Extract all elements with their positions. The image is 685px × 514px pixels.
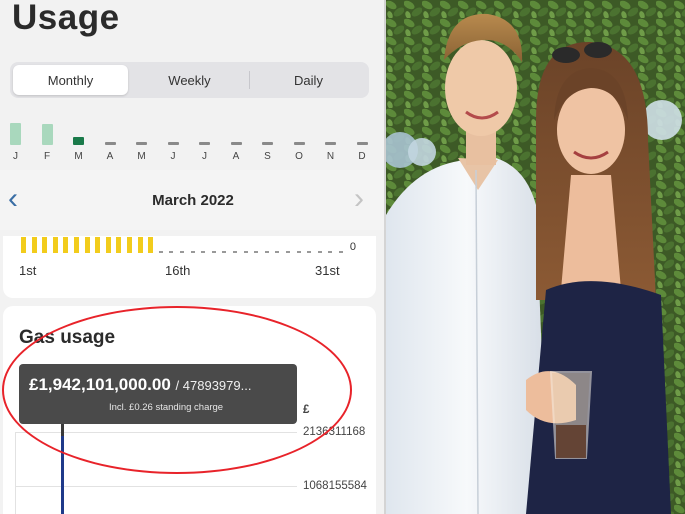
day-empty-marker [296,251,301,253]
day-bar [63,237,69,253]
day-bar [148,237,154,253]
day-empty-marker [254,251,259,253]
day-empty-marker [286,251,290,253]
balloon [408,138,436,166]
axis-tick-label: 1068155584 [303,480,367,492]
tab-monthly[interactable]: Monthly [13,65,128,95]
month-label: M [137,151,146,162]
day-bar [105,237,111,253]
month-bar[interactable] [73,137,84,145]
day-bar [95,237,101,253]
daily-tick-label: 16th [165,263,191,278]
day-empty-marker [169,251,174,253]
daily-tick-label: 1st [19,263,37,278]
month-label: M [74,151,83,162]
month-bar[interactable] [262,142,273,145]
tab-divider [249,71,250,89]
red-circle-annotation [2,306,352,474]
month-bar[interactable] [230,142,242,145]
chevron-right-icon[interactable]: › [354,184,364,214]
day-bar [21,237,26,253]
month-bar[interactable] [167,142,179,145]
day-empty-marker [339,251,343,253]
day-empty-marker [264,251,269,253]
photo-illustration [386,0,685,514]
month-bar[interactable] [104,142,116,145]
plastic-cup [549,371,593,459]
month-bar[interactable] [293,142,305,145]
day-empty-marker [328,251,333,253]
day-empty-marker [180,251,184,253]
day-empty-marker [201,251,206,253]
month-bar[interactable] [41,124,53,145]
day-bar [84,237,90,253]
couple-photo [386,0,685,514]
month-label: D [358,151,366,162]
tab-weekly[interactable]: Weekly [132,65,247,95]
month-label: O [295,151,303,162]
chart-gridline [15,486,297,487]
daily-usage-chart: 0 1st 16th 31st [3,236,376,298]
day-bar [127,237,132,253]
month-bar[interactable] [136,142,147,145]
tab-daily[interactable]: Daily [251,65,366,95]
day-empty-marker [307,251,312,253]
balloon [642,100,682,140]
day-empty-marker [211,251,216,253]
day-empty-marker [275,251,280,253]
month-bar[interactable] [10,123,21,145]
day-bar [137,237,143,253]
month-label: N [326,151,335,162]
month-label: A [232,151,240,162]
chart-vertical-gridline [15,432,16,514]
day-empty-marker [190,251,195,253]
month-bar[interactable] [356,142,368,145]
page-title: Usage [12,0,120,37]
day-bar [42,237,48,253]
day-bar [31,237,37,253]
month-label: J [170,151,176,162]
month-label: A [106,151,114,162]
month-label: J [13,151,18,162]
day-empty-marker [233,251,237,253]
selected-month: March 2022 [152,192,234,209]
day-empty-marker [317,251,322,253]
day-empty-marker [243,251,248,253]
month-navigator: ‹ March 2022 › [0,170,386,230]
day-bar [116,237,122,253]
daily-axis-zero: 0 [349,241,356,253]
period-tab-bar: Monthly Weekly Daily [10,62,369,98]
month-label: S [264,151,271,162]
day-empty-marker [222,251,227,253]
usage-app-screen: Usage Monthly Weekly Daily JFMAMJJASOND … [0,0,386,514]
month-bar[interactable] [325,142,336,145]
month-label: J [202,151,207,162]
monthly-usage-chart: JFMAMJJASOND [0,110,386,162]
day-bar [52,237,58,253]
day-empty-marker [158,251,163,253]
day-bar [74,237,79,253]
month-label: F [43,151,51,162]
month-bar[interactable] [199,142,210,145]
daily-tick-label: 31st [315,263,340,278]
